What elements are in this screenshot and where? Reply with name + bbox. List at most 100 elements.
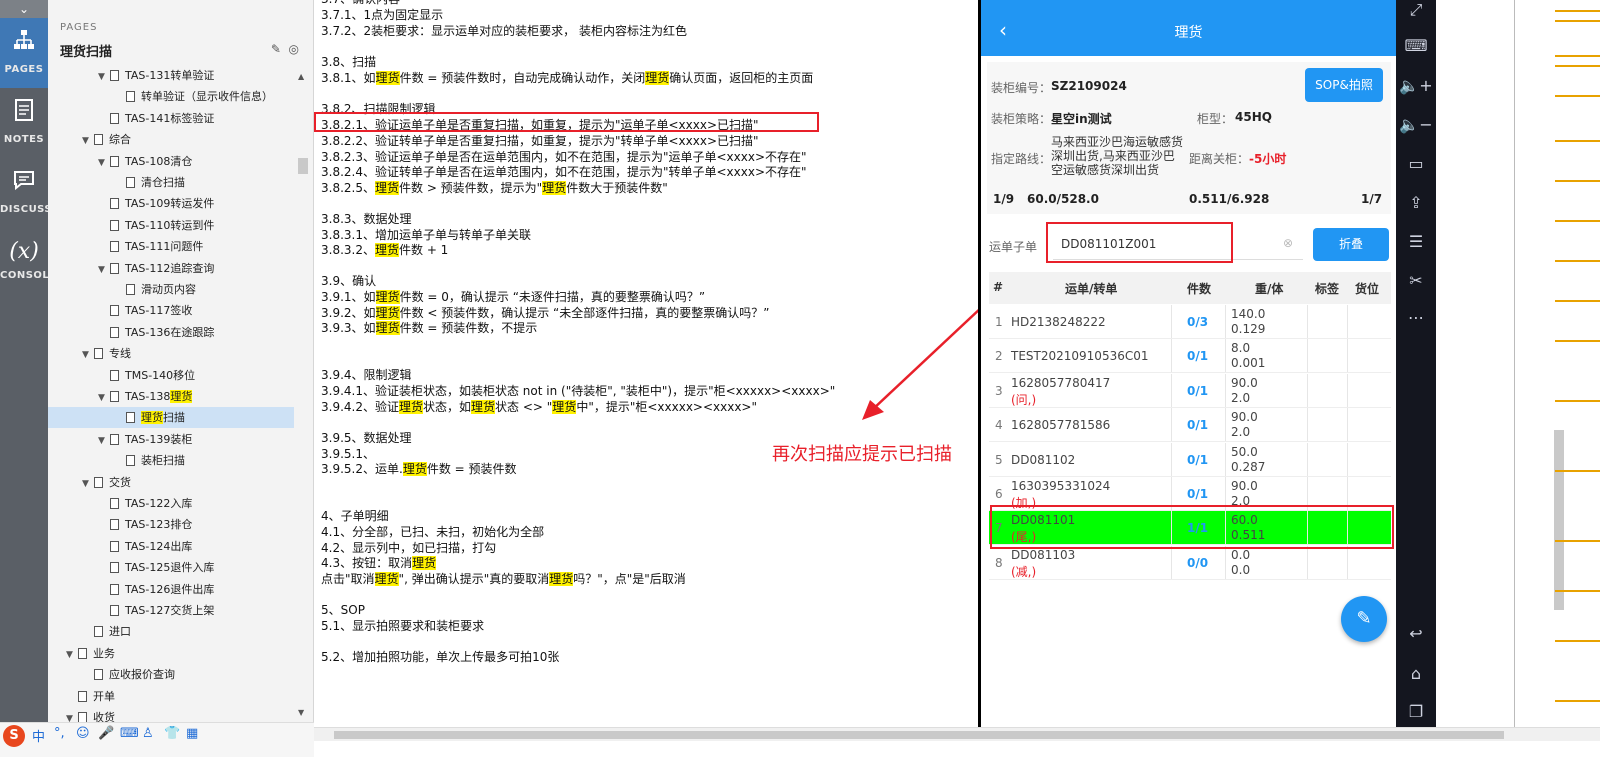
tree-scrollbar[interactable]: ▲ ▼ [294,68,312,723]
hscroll-thumb[interactable] [334,731,1504,739]
tree-node[interactable]: ▼ TAS-131转单验证 [48,65,294,86]
tree-node[interactable]: ▼ 交货 [48,472,294,493]
tree-node[interactable]: TAS-136在途跟踪 [48,322,294,343]
ime-chinese-icon[interactable]: 中 [32,726,45,745]
scissors-icon[interactable]: ✂ [1396,271,1436,290]
clear-icon[interactable]: ⊗ [1283,236,1293,250]
tree-node[interactable]: TAS-124出库 [48,536,294,557]
divider [1514,0,1515,727]
scroll-thumb[interactable] [298,158,308,174]
tree-node-label: TMS-140移位 [125,368,196,382]
toggle-icon[interactable]: ▼ [82,474,94,495]
tree-node[interactable]: ▼ 专线 [48,343,294,364]
tree-node[interactable]: TAS-141标签验证 [48,108,294,129]
table-row[interactable]: 1 HD2138248222 0/3 140.0 0.129 [989,305,1391,339]
ime-punct-icon[interactable]: °, [54,726,65,741]
ime-toolbar: S 中 °, ☺ 🎤 ⌨ ♙ 👕 ▦ [0,722,314,757]
doc-hscrollbar[interactable] [314,727,1600,741]
tree-node[interactable]: 理货扫描 [48,407,294,429]
type-value: 45HQ [1235,110,1272,124]
chevron-down-icon[interactable]: ⌄ [0,0,48,18]
back-icon[interactable]: ↩ [1396,624,1436,643]
ime-voice-icon[interactable]: 🎤 [98,726,114,741]
edit-fab-button[interactable]: ✎ [1341,596,1387,642]
tree-node-label: 装柜扫描 [141,454,185,468]
ime-skin-icon[interactable]: 👕 [164,726,180,741]
ime-user-icon[interactable]: ♙ [142,726,154,741]
ime-logo-icon[interactable]: S [3,725,25,747]
phone-screen: ‹ 理货 装柜编号： SZ2109024 SOP&拍照 装柜策略： 星空in测试… [978,0,1396,732]
tree-node-label: TAS-110转运到件 [125,218,215,232]
tree-node[interactable]: TAS-111问题件 [48,236,294,257]
ime-tools-icon[interactable]: ▦ [186,726,198,741]
doc-line: 4.2、显示列中，如已扫描，打勾 [321,540,496,556]
rail-pages[interactable]: PAGES [0,18,48,88]
tree-node[interactable]: TAS-123排仓 [48,514,294,535]
home-icon[interactable]: ⌂ [1396,664,1436,683]
apk-icon[interactable]: ⇪ [1396,193,1436,212]
recents-icon[interactable]: ❐ [1396,702,1436,721]
volume-up-icon[interactable]: 🔈+ [1396,76,1436,95]
tree-node[interactable]: ▼ 业务 [48,643,294,664]
right-scroll-thumb[interactable] [1554,430,1564,610]
tree-node[interactable]: TAS-110转运到件 [48,215,294,236]
tree-node[interactable]: 清仓扫描 [48,172,294,193]
table-row[interactable]: 5 DD081102 0/1 50.0 0.287 [989,442,1391,477]
table-row[interactable]: 4 1628057781586 0/1 90.0 2.0 [989,408,1391,443]
fold-button[interactable]: 折叠 [1313,228,1389,261]
tree-node[interactable]: ▼ TAS-138理货 [48,386,294,407]
scroll-down-icon[interactable]: ▼ [298,708,304,717]
toggle-icon[interactable]: ▼ [82,131,94,152]
tree-node[interactable]: 装柜扫描 [48,450,294,471]
row-count: 0/3 [1187,315,1209,329]
doc-line: 3.9.5.1、 [321,446,375,462]
tree-node[interactable]: 滑动页内容 [48,279,294,300]
toggle-icon[interactable]: ▼ [98,388,110,409]
expand-icon[interactable]: ⤢ [1396,0,1436,20]
table-row[interactable]: 2 TEST20210910536C01 0/1 8.0 0.001 [989,339,1391,374]
rail-console[interactable]: (x) CONSOL [0,228,49,298]
rail-discuss[interactable]: DISCUSS [0,158,52,228]
doc-highlight: 理货 [375,321,400,335]
toggle-icon[interactable]: ▼ [66,645,78,666]
toggle-icon[interactable]: ▼ [98,431,110,452]
volume-down-icon[interactable]: 🔈− [1396,115,1436,134]
tree-node[interactable]: ▼ TAS-112追踪查询 [48,258,294,279]
layers-icon[interactable]: ☰ [1396,232,1436,251]
tree-node[interactable]: ▼ TAS-139装柜 [48,429,294,450]
toggle-icon[interactable]: ▼ [98,260,110,281]
tree-node[interactable]: ▼ 综合 [48,129,294,150]
tree-node[interactable]: 开单 [48,686,294,707]
scroll-up-icon[interactable]: ▲ [298,72,304,81]
toggle-icon[interactable]: ▼ [82,345,94,366]
ime-emoji-icon[interactable]: ☺ [76,726,90,741]
rail-notes[interactable]: NOTES [0,88,48,158]
doc-text: 状态，如 [423,400,472,414]
ime-keyboard-icon[interactable]: ⌨ [120,726,139,741]
toggle-icon[interactable]: ▼ [98,153,110,174]
tree-node[interactable]: TAS-109转运发件 [48,193,294,214]
screen-icon[interactable]: ▭ [1396,154,1436,173]
locate-icon[interactable]: ◎ [289,42,299,56]
tree-node[interactable]: TAS-126退件出库 [48,579,294,600]
sop-photo-button[interactable]: SOP&拍照 [1305,68,1383,102]
tree-node[interactable]: 应收报价查询 [48,664,294,685]
table-row[interactable]: 3 1628057780417 (问,) 0/1 90.0 2.0 [989,373,1391,408]
more-icon[interactable]: ⋯ [1396,308,1436,327]
tree-node[interactable]: TAS-122入库 [48,493,294,514]
tree-node[interactable]: TAS-125退件入库 [48,557,294,578]
tree-node[interactable]: TMS-140移位 [48,365,294,386]
column-divider [1347,339,1348,373]
tree-node[interactable]: 进口 [48,621,294,642]
doc-line: 3.7.2、2装柜要求：显示运单对应的装柜要求， 装柜内容标注为红色 [321,23,687,39]
tree-node[interactable]: ▼ TAS-108清仓 [48,151,294,172]
tree-node[interactable]: 转单验证（显示收件信息） [48,86,294,107]
toggle-icon[interactable]: ▼ [98,67,110,88]
doc-text: 3.8.3、数据处理 [321,212,412,226]
edit-icon[interactable]: ✎ [271,42,281,56]
table-row[interactable]: 8 DD081103 (减,) 0/0 0.0 0.0 [989,545,1391,580]
doc-line: 点击"取消理货", 弹出确认提示"真的要取消理货吗？"，点"是"后取消 [321,571,686,587]
keyboard-icon[interactable]: ⌨ [1396,36,1436,55]
tree-node[interactable]: TAS-127交货上架 [48,600,294,621]
tree-node[interactable]: TAS-117签收 [48,300,294,321]
